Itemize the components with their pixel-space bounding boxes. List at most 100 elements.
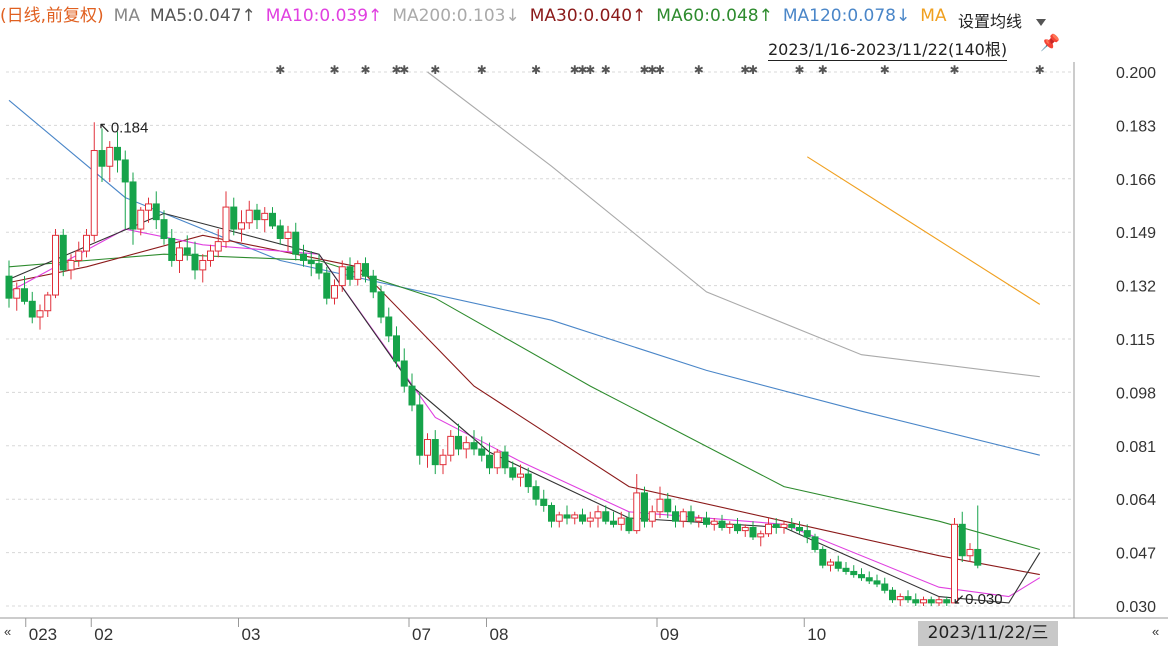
candle-body bbox=[152, 203, 160, 221]
event-marker: ✱ bbox=[949, 63, 959, 77]
candle-body bbox=[904, 596, 912, 601]
candle-body bbox=[540, 498, 548, 506]
candle-body bbox=[238, 222, 245, 230]
candle-body bbox=[703, 517, 710, 525]
candle-body bbox=[331, 285, 338, 299]
candle-body bbox=[555, 514, 563, 522]
candle-body bbox=[137, 209, 145, 230]
candle-body bbox=[455, 435, 462, 450]
candle-body bbox=[834, 561, 842, 569]
candle-body bbox=[633, 492, 641, 532]
candle-body bbox=[501, 451, 509, 469]
event-marker: ✱ bbox=[360, 63, 370, 77]
x-tick-label: 09 bbox=[660, 625, 679, 644]
candle-body bbox=[687, 511, 695, 522]
candle-body bbox=[827, 561, 834, 566]
scroll-left-icon: « bbox=[4, 624, 11, 639]
ma-label: MA bbox=[113, 6, 140, 26]
candle-body bbox=[757, 533, 765, 538]
candle-body bbox=[532, 486, 540, 500]
x-tick-label: 02 bbox=[94, 625, 113, 644]
candle-body bbox=[354, 263, 362, 280]
candle-body bbox=[253, 209, 261, 221]
x-tick-label: 023 bbox=[29, 625, 57, 644]
candle-body bbox=[114, 146, 121, 161]
candle-body bbox=[641, 492, 648, 522]
candle-body bbox=[602, 511, 610, 522]
candle-body bbox=[873, 580, 881, 585]
candle-body bbox=[393, 335, 400, 362]
candle-body bbox=[943, 599, 951, 604]
ma60-line bbox=[8, 253, 1040, 551]
event-marker: ✱ bbox=[477, 63, 487, 77]
event-marker: ✱ bbox=[694, 63, 704, 77]
pin-icon[interactable]: 📌 bbox=[1040, 33, 1060, 53]
candle-body bbox=[966, 548, 974, 557]
candle-body bbox=[176, 247, 183, 261]
candle-body bbox=[90, 150, 98, 236]
candle-body bbox=[315, 263, 323, 274]
candle-body bbox=[323, 272, 331, 299]
candle-body bbox=[788, 523, 796, 528]
candle-body bbox=[734, 523, 741, 532]
candle-body bbox=[741, 526, 749, 532]
candle-body bbox=[129, 181, 137, 230]
candle-body bbox=[648, 511, 656, 522]
candle-body bbox=[13, 288, 21, 299]
candle-body bbox=[36, 310, 44, 318]
y-tick-label: 0.200 bbox=[1116, 65, 1156, 82]
ma10-label: MA10:0.039↑ bbox=[265, 6, 383, 26]
candle-body bbox=[710, 520, 718, 525]
candle-body bbox=[617, 517, 625, 525]
candle-body bbox=[486, 454, 493, 469]
scroll-left-button[interactable]: « bbox=[4, 624, 11, 639]
candle-body bbox=[586, 517, 594, 522]
candle-body bbox=[44, 294, 52, 312]
kline-chart[interactable]: ✱ ✱ ✱ ✱✱ ✱ ✱ ✱ ✱✱✱ ✱ ✱✱✱ ✱ ✱✱ ✱ ✱ ✱ ✱ ✱ 0.2000.1830.1660… bbox=[0, 0, 1168, 649]
candle-body bbox=[168, 237, 176, 261]
candle-body bbox=[664, 498, 672, 513]
candle-body bbox=[222, 206, 230, 243]
candle-body bbox=[276, 225, 284, 239]
candle-body bbox=[261, 212, 269, 221]
event-marker: ✱ bbox=[794, 63, 804, 77]
candle-body bbox=[912, 599, 920, 604]
candle-body bbox=[447, 435, 455, 456]
event-marker: ✱ bbox=[399, 63, 409, 77]
candle-body bbox=[67, 259, 75, 271]
y-tick-label: 0.183 bbox=[1116, 118, 1156, 135]
candles bbox=[5, 122, 982, 606]
ma-settings-button[interactable]: 设置均线 bbox=[958, 8, 1047, 32]
candle-body bbox=[765, 523, 772, 535]
event-marker: ✱ bbox=[601, 63, 611, 77]
event-marker: ✱ bbox=[329, 63, 339, 77]
ma200-line bbox=[427, 71, 1040, 378]
candle-body bbox=[431, 439, 439, 466]
y-tick-label: 0.115 bbox=[1116, 332, 1155, 349]
candle-body bbox=[803, 530, 811, 538]
candle-body bbox=[269, 212, 276, 227]
ma250-label: MA bbox=[920, 6, 947, 26]
y-tick-label: 0.030 bbox=[1116, 599, 1156, 616]
mode-label: (日线,前复权) bbox=[0, 6, 104, 26]
ma30-label: MA30:0.040↑ bbox=[529, 6, 647, 26]
candle-body bbox=[889, 589, 896, 601]
candle-body bbox=[865, 577, 873, 582]
candle-body bbox=[517, 473, 524, 478]
scroll-right-button[interactable]: « bbox=[1152, 624, 1159, 639]
candle-body bbox=[369, 275, 377, 293]
candle-body bbox=[191, 253, 199, 271]
event-marker: ✱ bbox=[275, 63, 285, 77]
candle-body bbox=[726, 523, 734, 528]
high-annotation: ↖0.184 bbox=[98, 119, 148, 136]
event-marker: ✱ bbox=[531, 63, 541, 77]
ma10-line bbox=[8, 228, 1041, 598]
date-range-label: 2023/1/16-2023/11/22(140根) bbox=[768, 36, 1008, 61]
candle-body bbox=[858, 574, 865, 579]
ma120-line bbox=[8, 99, 1040, 456]
y-tick-label: 0.132 bbox=[1116, 279, 1156, 296]
candle-body bbox=[400, 360, 408, 387]
candle-body bbox=[121, 159, 129, 183]
candle-body bbox=[935, 599, 943, 604]
candle-body bbox=[21, 288, 28, 302]
